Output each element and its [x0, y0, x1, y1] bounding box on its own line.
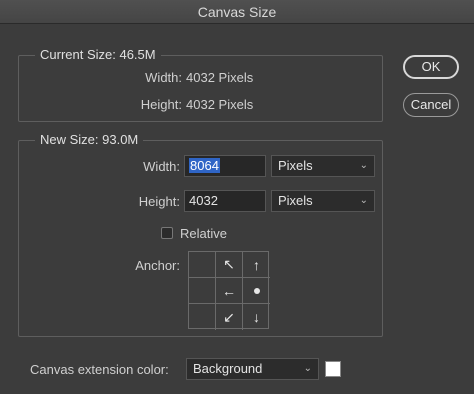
extension-color-label: Canvas extension color: — [30, 362, 169, 377]
chevron-down-icon: ⌄ — [359, 195, 368, 206]
current-height-label: Height: — [140, 97, 182, 112]
height-input-value: 4032 — [189, 193, 218, 208]
new-height-label: Height: — [138, 194, 180, 209]
relative-checkbox[interactable] — [161, 227, 173, 239]
dialog-title: Canvas Size — [197, 4, 277, 20]
anchor-bottom-center[interactable]: ↙ — [216, 304, 243, 330]
chevron-down-icon: ⌄ — [359, 160, 368, 171]
anchor-top-right[interactable]: ↑ — [243, 252, 270, 278]
ok-button[interactable]: OK — [403, 55, 459, 79]
current-width-label: Width: — [145, 70, 182, 85]
arrow-down-left-icon: ↙ — [223, 308, 235, 325]
anchor-top-left[interactable] — [189, 252, 216, 278]
height-input[interactable]: 4032 — [184, 190, 266, 212]
current-width-value: 4032 Pixels — [186, 70, 254, 85]
current-height-value: 4032 Pixels — [186, 97, 254, 112]
anchor-dot-icon — [253, 287, 260, 294]
current-size-title: Current Size: 46.5M — [35, 47, 161, 62]
anchor-bottom-right[interactable]: ↓ — [243, 304, 270, 330]
new-size-title: New Size: 93.0M — [35, 132, 144, 147]
extension-color-select[interactable]: Background ⌄ — [186, 358, 319, 380]
width-input-value: 8064 — [189, 158, 220, 173]
width-unit-select[interactable]: Pixels ⌄ — [271, 155, 375, 177]
anchor-middle-right[interactable] — [243, 278, 270, 304]
arrow-down-icon: ↓ — [253, 309, 260, 325]
extension-color-value: Background — [193, 361, 263, 376]
cancel-button[interactable]: Cancel — [403, 93, 459, 117]
anchor-grid: ↖ ↑ ← ↙ ↓ — [188, 251, 270, 330]
height-unit-value: Pixels — [278, 193, 313, 208]
arrow-up-icon: ↑ — [253, 256, 260, 273]
relative-label: Relative — [180, 226, 227, 241]
arrow-left-icon: ← — [222, 282, 236, 299]
anchor-middle-center[interactable]: ← — [216, 278, 243, 304]
extension-color-swatch[interactable] — [325, 361, 341, 377]
chevron-down-icon: ⌄ — [303, 363, 312, 374]
width-unit-value: Pixels — [278, 158, 313, 173]
dialog-title-bar: Canvas Size — [0, 0, 474, 24]
anchor-top-center[interactable]: ↖ — [216, 252, 243, 278]
arrow-up-left-icon: ↖ — [223, 256, 235, 272]
new-width-label: Width: — [143, 159, 180, 174]
anchor-middle-left[interactable] — [189, 278, 216, 304]
width-input[interactable]: 8064 — [184, 155, 266, 177]
anchor-bottom-left[interactable] — [189, 304, 216, 330]
anchor-label: Anchor: — [135, 258, 180, 273]
height-unit-select[interactable]: Pixels ⌄ — [271, 190, 375, 212]
